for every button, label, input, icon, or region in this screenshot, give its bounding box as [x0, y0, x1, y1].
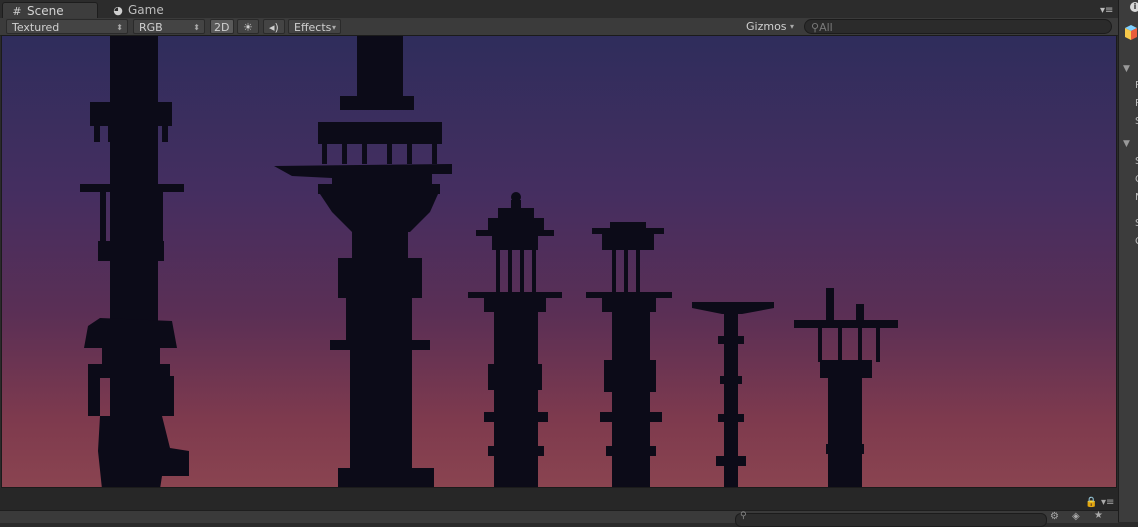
tab-game[interactable]: ◕ Game [104, 2, 184, 18]
gizmos-label: Gizmos [746, 20, 787, 33]
foldout-arrow-icon[interactable]: ▼ [1123, 64, 1130, 74]
lock-icon[interactable]: 🔒 [1085, 497, 1097, 508]
panel-menu-icon[interactable]: ▾≡ [1101, 497, 1114, 508]
tower-2 [274, 36, 452, 487]
render-mode-dropdown[interactable]: RGB ⬍ [133, 19, 205, 34]
scene-toolbar: Textured ⬍ RGB ⬍ 2D ☀ ◂) Effects ▾ Gizmos ▾ … [0, 18, 1118, 36]
search-icon: ⚲ [811, 21, 820, 34]
panel-menu-icon[interactable]: ▾≡ [1100, 5, 1113, 16]
gizmos-dropdown[interactable]: Gizmos ▾ [741, 19, 798, 34]
render-mode-label: RGB [139, 21, 163, 34]
sun-icon: ☀ [243, 21, 253, 34]
tower-5 [692, 302, 774, 487]
tower-3 [468, 192, 562, 487]
updown-icon: ⬍ [116, 23, 123, 32]
scene-viewport[interactable] [1, 35, 1117, 488]
search-icon: ⚲ [740, 511, 747, 521]
draw-mode-dropdown[interactable]: Textured ⬍ [6, 19, 128, 34]
mode-2d-label: 2D [214, 21, 230, 34]
tab-scene[interactable]: # Scene [2, 2, 98, 18]
chevron-down-icon: ▾ [789, 22, 794, 31]
tower-6 [794, 288, 898, 487]
tab-scene-label: Scene [27, 4, 64, 18]
info-icon[interactable]: i [1130, 2, 1138, 12]
search-placeholder: All [819, 21, 833, 34]
chevron-down-icon: ▾ [331, 23, 336, 32]
inspector-panel: i ▼ R R S ▼ S C N S C [1118, 0, 1138, 522]
tag-icon[interactable]: ◈ [1072, 511, 1080, 522]
silhouette-group [80, 36, 898, 487]
effects-dropdown[interactable]: Effects ▾ [288, 19, 341, 34]
tower-4 [586, 222, 672, 487]
draw-mode-label: Textured [12, 21, 60, 34]
star-icon[interactable]: ★ [1094, 510, 1103, 521]
filter-by-type-icon[interactable]: ⚙ [1050, 511, 1059, 522]
tower-silhouettes [80, 36, 898, 487]
tab-bar: # Scene ◕ Game ▾≡ [0, 0, 1118, 18]
scene-search-input[interactable]: ⚲All [804, 19, 1112, 34]
bottom-search-input[interactable]: ⚲ [735, 511, 1047, 527]
updown-icon: ⬍ [193, 23, 200, 32]
mode-2d-toggle[interactable]: 2D [210, 19, 234, 34]
foldout-arrow-icon[interactable]: ▼ [1123, 139, 1130, 149]
bottom-panel-header: 🔒 ▾≡ [0, 488, 1118, 510]
pacman-icon: ◕ [113, 4, 123, 17]
speaker-icon: ◂) [269, 21, 279, 34]
unity-cube-icon [1125, 25, 1137, 40]
audio-toggle[interactable]: ◂) [263, 19, 285, 34]
lighting-toggle[interactable]: ☀ [237, 19, 259, 34]
effects-label: Effects [294, 21, 332, 34]
tab-game-label: Game [128, 3, 164, 17]
tower-1 [80, 36, 189, 487]
